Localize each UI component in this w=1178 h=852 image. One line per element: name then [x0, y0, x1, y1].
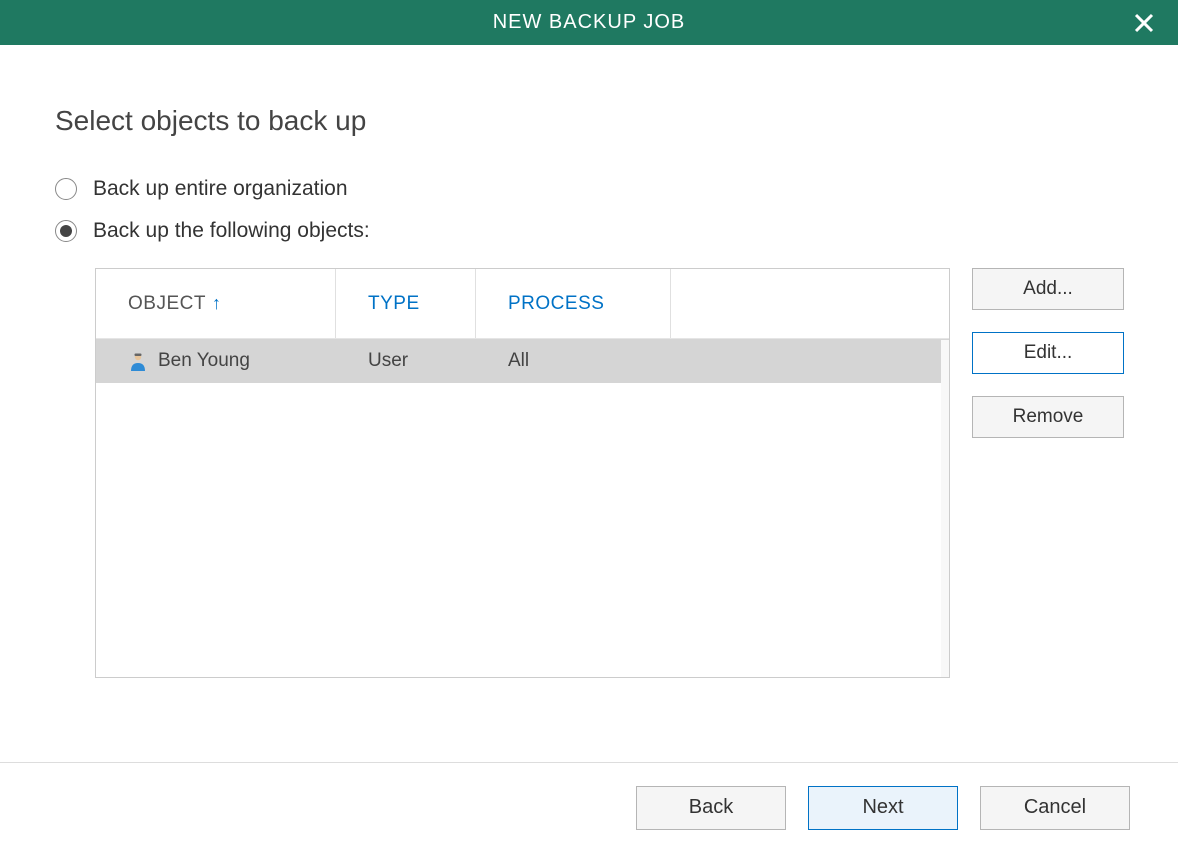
- column-header-process[interactable]: PROCESS: [476, 269, 671, 338]
- user-icon: [128, 351, 148, 371]
- close-icon[interactable]: [1130, 9, 1158, 37]
- column-header-object[interactable]: OBJECT ↑: [96, 269, 336, 338]
- dialog-footer: Back Next Cancel: [0, 762, 1178, 852]
- remove-button[interactable]: Remove: [972, 396, 1124, 438]
- dialog-content: Select objects to back up Back up entire…: [0, 45, 1178, 678]
- window-title: NEW BACKUP JOB: [493, 11, 686, 34]
- radio-label-following: Back up the following objects:: [93, 219, 370, 243]
- table-row[interactable]: Ben Young User All: [96, 339, 949, 383]
- cell-object-text: Ben Young: [158, 350, 250, 372]
- cell-process: All: [476, 350, 671, 372]
- objects-table: OBJECT ↑ TYPE PROCESS: [95, 268, 950, 678]
- back-button[interactable]: Back: [636, 786, 786, 830]
- radio-label-entire: Back up entire organization: [93, 177, 348, 201]
- cell-object: Ben Young: [96, 350, 336, 372]
- side-buttons: Add... Edit... Remove: [972, 268, 1124, 678]
- next-button[interactable]: Next: [808, 786, 958, 830]
- sort-ascending-icon: ↑: [212, 293, 222, 314]
- radio-icon: [55, 220, 77, 242]
- edit-button[interactable]: Edit...: [972, 332, 1124, 374]
- radio-following-objects[interactable]: Back up the following objects:: [55, 219, 1128, 243]
- column-header-empty: [671, 269, 949, 338]
- cancel-button[interactable]: Cancel: [980, 786, 1130, 830]
- page-heading: Select objects to back up: [55, 105, 1128, 137]
- cell-type: User: [336, 350, 476, 372]
- table-header: OBJECT ↑ TYPE PROCESS: [96, 269, 949, 339]
- objects-area: OBJECT ↑ TYPE PROCESS: [95, 268, 1128, 678]
- scrollbar[interactable]: [941, 340, 949, 677]
- radio-icon: [55, 178, 77, 200]
- titlebar: NEW BACKUP JOB: [0, 0, 1178, 45]
- add-button[interactable]: Add...: [972, 268, 1124, 310]
- radio-entire-org[interactable]: Back up entire organization: [55, 177, 1128, 201]
- column-header-type[interactable]: TYPE: [336, 269, 476, 338]
